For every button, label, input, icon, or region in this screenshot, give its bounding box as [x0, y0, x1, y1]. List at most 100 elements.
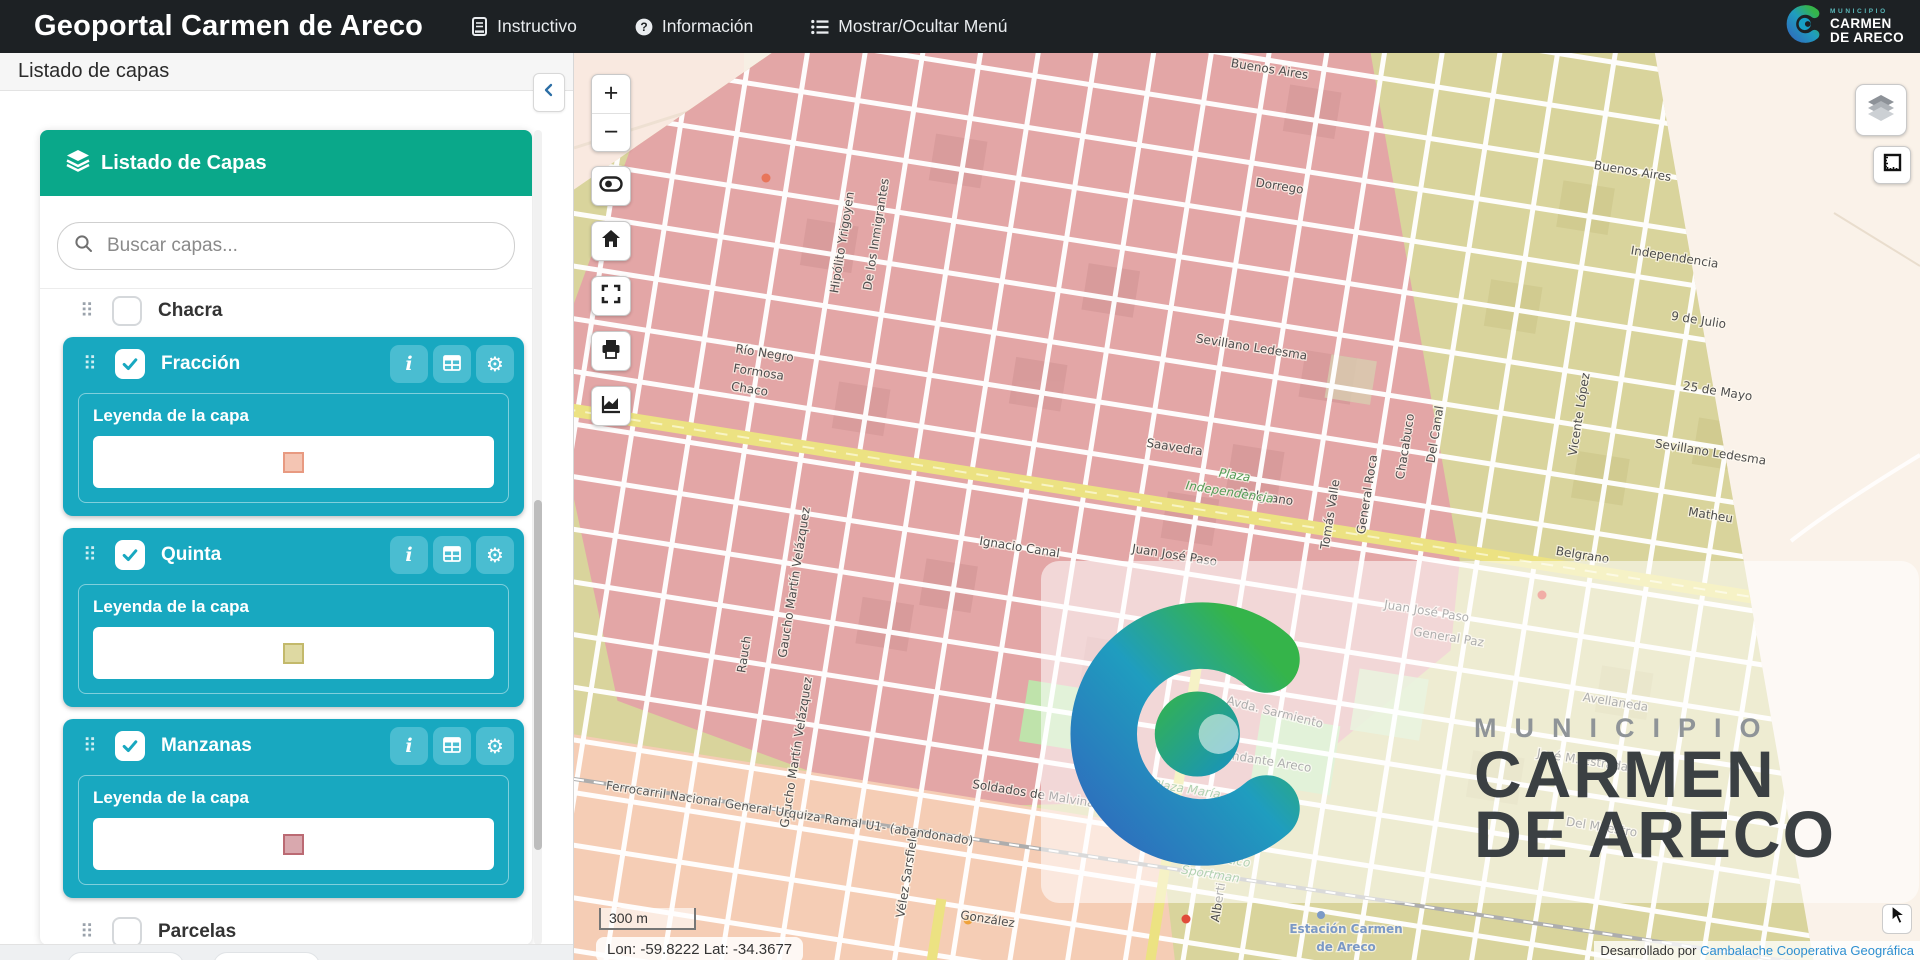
layers-stack-icon [66, 148, 90, 178]
drag-handle-icon[interactable]: ⠿ [83, 544, 115, 566]
search-icon [74, 234, 93, 258]
layer-name: Quinta [161, 544, 385, 566]
map-canvas[interactable]: Buenos AiresBuenos AiresDorregoIndepende… [574, 53, 1920, 960]
watermark-deareco: DE ARECO [1474, 804, 1836, 864]
layer-card-header: ⠿ Fracción i ⚙ [63, 337, 524, 391]
brand-line-municipio: MUNICIPIO [1830, 9, 1904, 16]
drag-handle-icon[interactable]: ⠿ [83, 735, 115, 757]
book-icon [471, 17, 488, 36]
layer-name: Parcelas [158, 921, 236, 943]
map-attribution: Desarrollado por Cambalache Cooperativa … [1594, 941, 1920, 960]
layer-table-button[interactable] [433, 727, 471, 765]
top-navbar: Geoportal Carmen de Areco Instructivo ? … [0, 0, 1920, 53]
question-circle-icon: ? [635, 18, 653, 36]
toggle-layers-button[interactable] [591, 166, 631, 206]
layer-settings-button[interactable]: ⚙ [476, 536, 514, 574]
municipio-c-icon [1785, 5, 1823, 48]
layers-gray-icon [1865, 92, 1897, 129]
info-icon: i [405, 353, 412, 375]
station-marker [1317, 911, 1325, 919]
layer-info-button[interactable]: i [390, 727, 428, 765]
fullscreen-icon [601, 284, 621, 309]
mouse-coordinates: Lon: -59.8222 Lat: -34.3677 [596, 937, 803, 960]
legend-swatch [283, 452, 304, 473]
legend-title: Leyenda de la capa [93, 597, 494, 617]
layer-card-header: ⠿ Manzanas i ⚙ [63, 719, 524, 773]
layer-table-button[interactable] [433, 536, 471, 574]
layer-panel-header: Listado de Capas [40, 130, 532, 196]
brand-line-deareco: DE ARECO [1830, 31, 1904, 45]
map-label: de Areco [1316, 940, 1376, 954]
bottom-action-button[interactable] [67, 952, 184, 960]
layer-name: Chacra [158, 300, 222, 322]
nav-item-informacion[interactable]: ? Información [635, 16, 753, 37]
municipio-c-logo-large [1059, 601, 1325, 872]
drag-handle-icon[interactable]: ⠿ [80, 921, 112, 943]
layer-card-manzanas: ⠿Manzanasi⚙Leyenda de la capa [63, 719, 524, 898]
layer-list-panel: Listado de Capas ⠿ Chacra ⠿ Fracción i ⚙ Leyen… [40, 130, 532, 945]
layer-checkbox[interactable] [112, 917, 142, 945]
list-menu-icon [811, 19, 829, 35]
drag-handle-icon[interactable]: ⠿ [80, 300, 112, 322]
svg-text:?: ? [640, 20, 647, 34]
layer-info-button[interactable]: i [390, 345, 428, 383]
scale-bar: 300 m [599, 908, 696, 930]
layer-checkbox[interactable] [115, 540, 145, 570]
nav-item-label: Mostrar/Ocultar Menú [838, 16, 1007, 37]
municipality-logo: MUNICIPIO CARMEN DE ARECO [1785, 5, 1904, 48]
layer-name: Manzanas [161, 735, 385, 757]
zoom-control: + − [591, 74, 631, 152]
zoom-in-button[interactable]: + [592, 75, 630, 114]
layer-checkbox[interactable] [115, 349, 145, 379]
legend-box [93, 818, 494, 870]
layer-checkbox[interactable] [112, 296, 142, 326]
printer-icon [601, 339, 621, 364]
bottom-action-button[interactable] [213, 952, 320, 960]
home-extent-button[interactable] [591, 221, 631, 261]
layer-row-chacra: ⠿ Chacra [40, 289, 532, 333]
print-button[interactable] [591, 331, 631, 371]
map-label: Estación Carmen [1289, 922, 1402, 936]
navbar-menu: Instructivo ? Información Mostrar/Oculta… [471, 16, 1007, 37]
layer-legend: Leyenda de la capa [78, 393, 509, 503]
layers-sidebar: Listado de capas Listado de Capas ⠿ Chacr… [0, 53, 574, 960]
table-icon [443, 737, 461, 756]
drag-handle-icon[interactable]: ⠿ [83, 353, 115, 375]
layer-info-button[interactable]: i [390, 536, 428, 574]
info-icon: i [405, 735, 412, 757]
sidebar-collapse-button[interactable] [533, 73, 565, 112]
measure-button[interactable] [1873, 146, 1911, 184]
nav-item-instructivo[interactable]: Instructivo [471, 16, 577, 37]
layer-checkbox[interactable] [115, 731, 145, 761]
scrollbar-thumb[interactable] [534, 500, 542, 850]
area-chart-icon [601, 394, 621, 419]
poi-dot [1182, 915, 1191, 924]
fullscreen-button[interactable] [591, 276, 631, 316]
watermark-carmen: CARMEN [1474, 744, 1836, 804]
layer-name: Fracción [161, 353, 385, 375]
chevron-left-icon [541, 82, 557, 103]
attribution-link[interactable]: Cambalache Cooperativa Geográfica [1700, 943, 1914, 958]
municipality-watermark: MUNICIPIO CARMEN DE ARECO [1041, 561, 1919, 903]
basemap-layers-button[interactable] [1855, 84, 1907, 136]
sidebar-bottom-strip [0, 944, 573, 960]
measure-icon [1881, 152, 1903, 179]
layer-card-quinta: ⠿ Quintai ⚙ Leyenda de la capa [63, 528, 524, 707]
poi-dot [762, 174, 771, 183]
nav-item-label: Información [662, 16, 753, 37]
sidebar-scrollbar[interactable] [534, 130, 542, 945]
search-input[interactable] [105, 234, 498, 258]
layer-panel-title: Listado de Capas [101, 152, 267, 175]
app-title: Geoportal Carmen de Areco [34, 10, 423, 43]
layer-settings-button[interactable]: ⚙ [476, 345, 514, 383]
legend-swatch [283, 834, 304, 855]
chart-button[interactable] [591, 386, 631, 426]
zoom-out-button[interactable]: − [592, 114, 630, 152]
layer-table-button[interactable] [433, 345, 471, 383]
layer-settings-button[interactable]: ⚙ [476, 727, 514, 765]
gear-icon: ⚙ [486, 352, 504, 376]
layer-legend: Leyenda de la capa [78, 584, 509, 694]
legend-title: Leyenda de la capa [93, 406, 494, 426]
nav-item-toggle-menu[interactable]: Mostrar/Ocultar Menú [811, 16, 1007, 37]
sidebar-title: Listado de capas [0, 53, 573, 91]
